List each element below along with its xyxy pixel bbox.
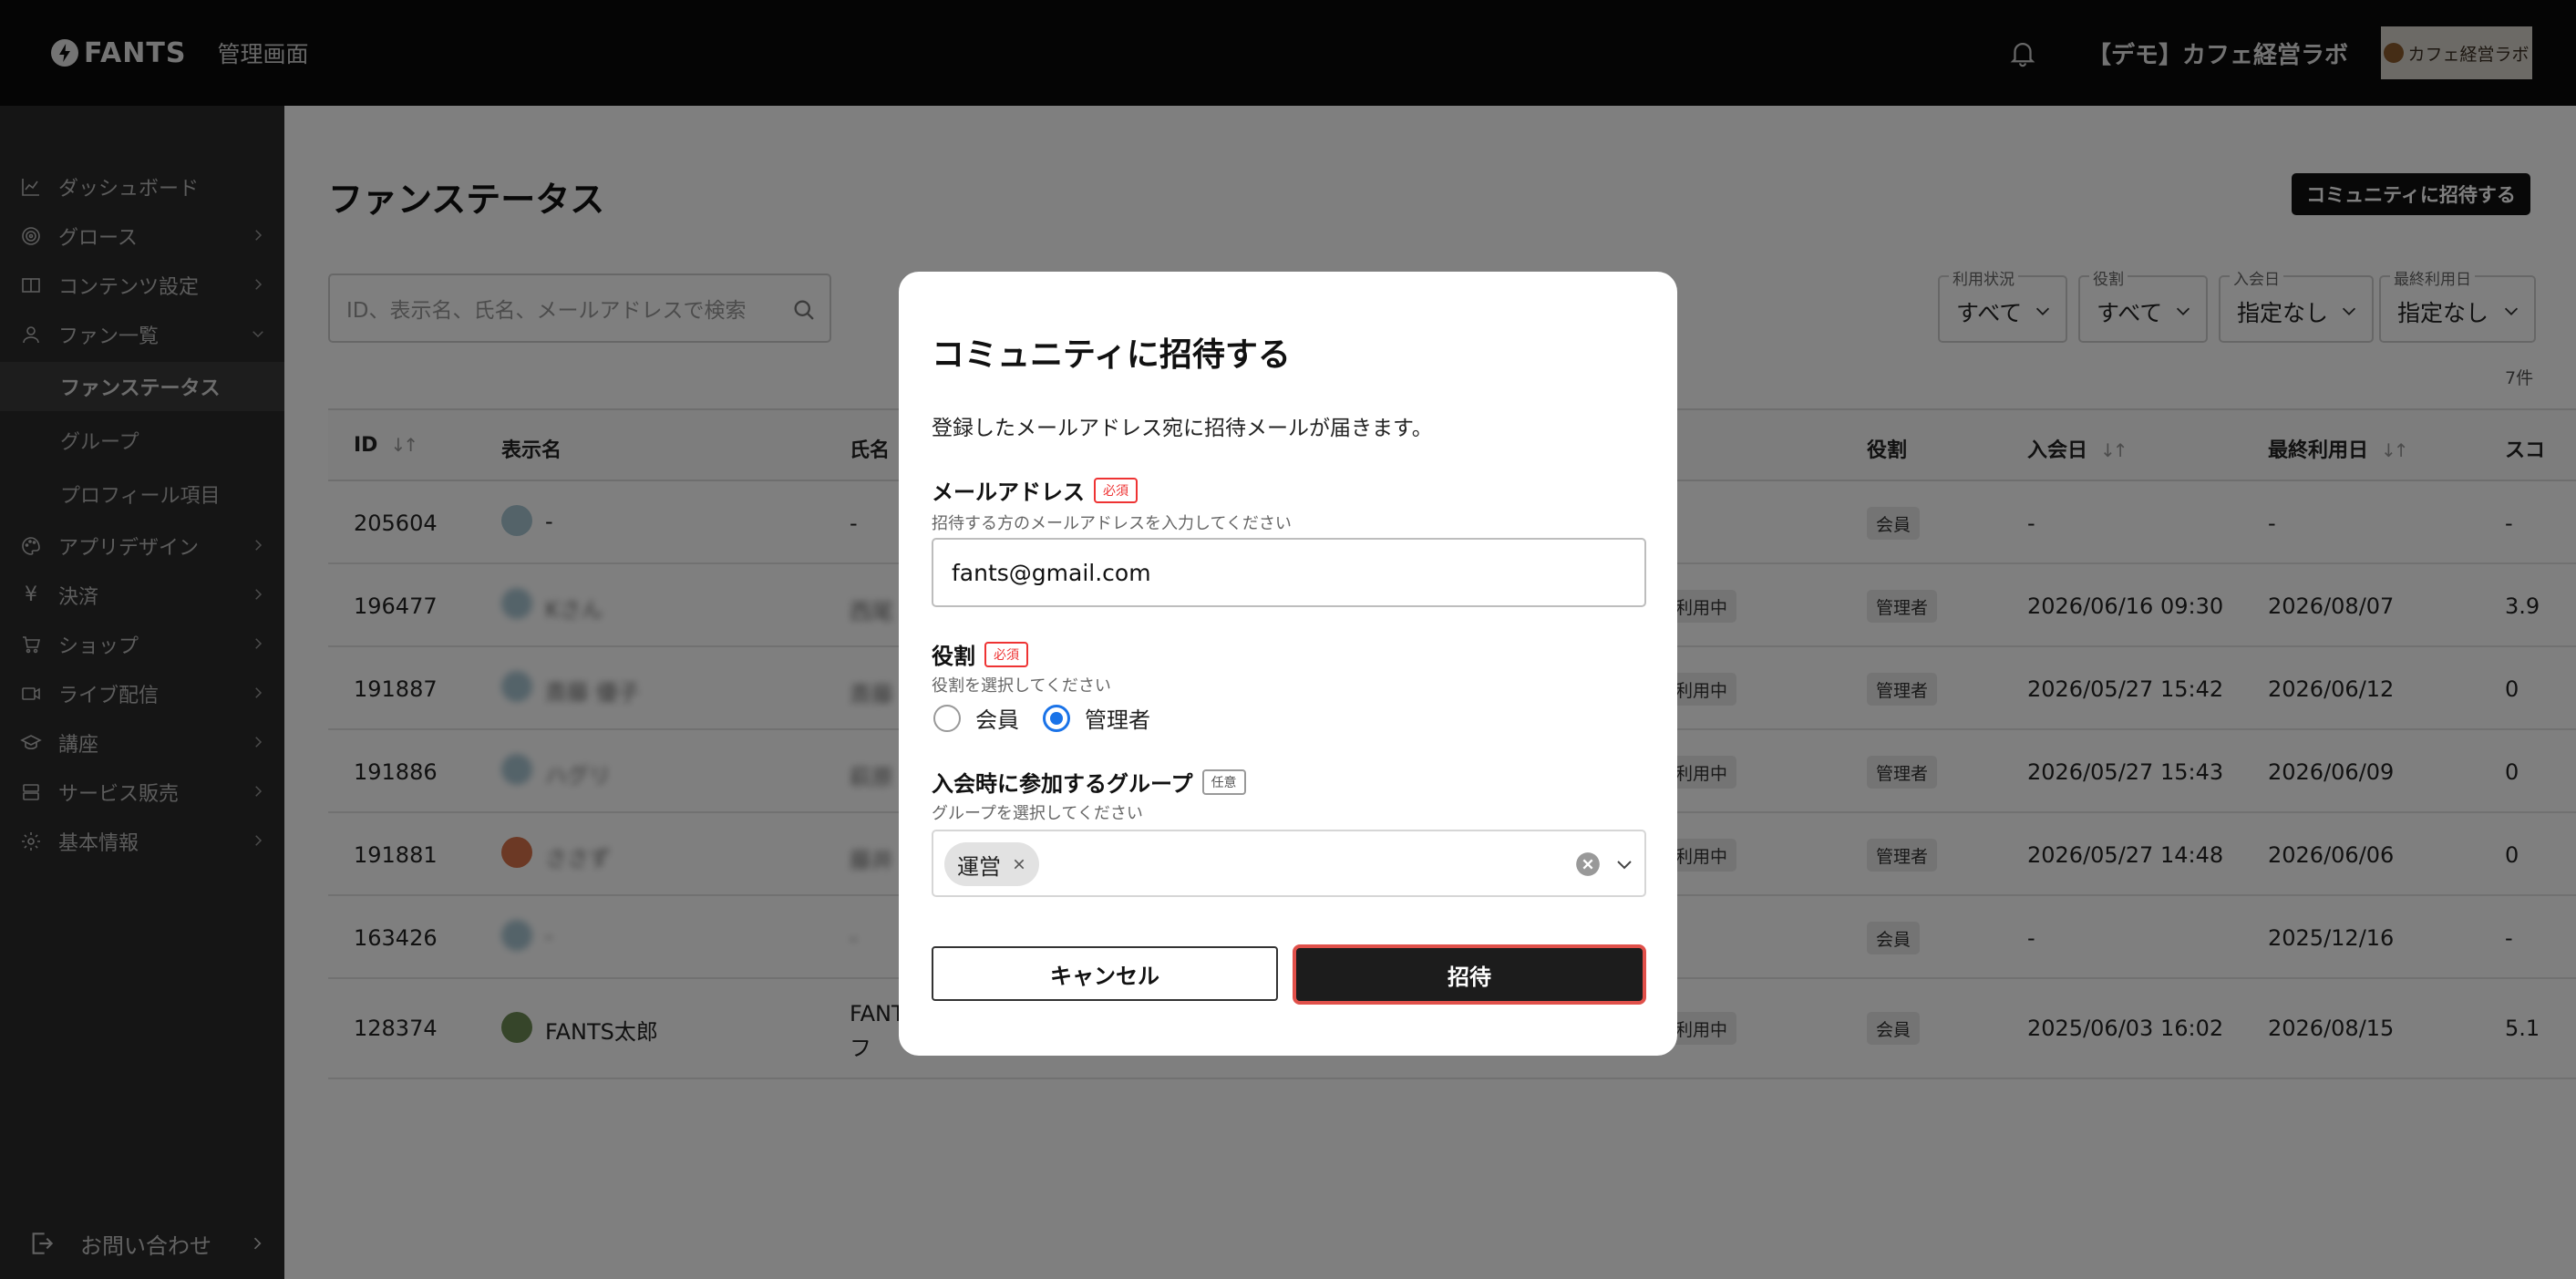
radio-unchecked-icon (933, 704, 961, 732)
group-label-text: 入会時に参加するグループ (932, 771, 1193, 797)
email-label: メールアドレス 必須 (932, 474, 1138, 506)
close-icon[interactable] (1012, 857, 1026, 872)
group-hint: グループを選択してください (932, 804, 1143, 823)
group-chip: 運営 (944, 842, 1039, 886)
role-label: 役割 必須 (932, 638, 1028, 670)
email-label-text: メールアドレス (932, 480, 1085, 505)
chip-label: 運営 (957, 853, 1001, 880)
radio-label: 会員 (975, 707, 1019, 733)
radio-label: 管理者 (1085, 707, 1150, 733)
modal-title: コミュニティに招待する (932, 336, 1291, 374)
required-badge: 必須 (984, 641, 1028, 667)
invite-submit-button[interactable]: 招待 (1293, 944, 1646, 1005)
group-label: 入会時に参加するグループ 任意 (932, 766, 1246, 798)
modal-description: 登録したメールアドレス宛に招待メールが届きます。 (932, 417, 1433, 440)
cancel-button[interactable]: キャンセル (932, 946, 1278, 1001)
email-field[interactable]: fants@gmail.com (932, 538, 1646, 607)
role-label-text: 役割 (932, 644, 975, 669)
chevron-down-icon[interactable] (1613, 853, 1635, 875)
email-hint: 招待する方のメールアドレスを入力してください (932, 514, 1292, 533)
role-radio-member[interactable]: 会員 (933, 702, 1019, 734)
clear-icon[interactable] (1575, 851, 1601, 877)
radio-checked-icon (1043, 704, 1070, 732)
email-value: fants@gmail.com (952, 559, 1151, 586)
invite-modal: コミュニティに招待する 登録したメールアドレス宛に招待メールが届きます。 メール… (899, 272, 1677, 1056)
optional-badge: 任意 (1201, 768, 1246, 795)
role-hint: 役割を選択してください (932, 676, 1111, 696)
required-badge: 必須 (1094, 477, 1138, 503)
group-select[interactable]: 運営 (932, 830, 1646, 897)
role-radio-admin[interactable]: 管理者 (1043, 702, 1150, 734)
